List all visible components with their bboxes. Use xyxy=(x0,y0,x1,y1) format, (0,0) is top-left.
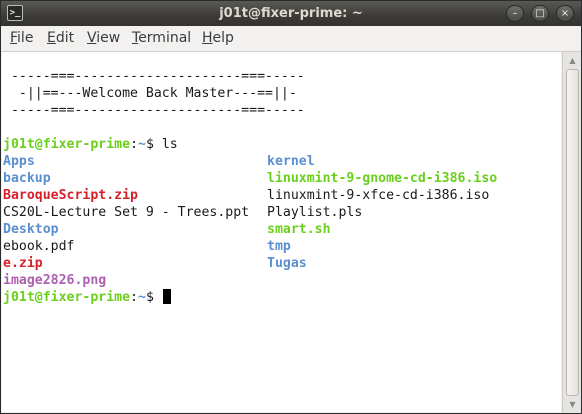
prompt-line: j01t@fixer-prime:~$ xyxy=(3,289,171,306)
list-item: Playlist.pls xyxy=(267,205,363,220)
menu-file-label: ile xyxy=(17,30,34,46)
prompt-separator: : xyxy=(130,290,138,305)
list-item: linuxmint-9-gnome-cd-i386.iso xyxy=(267,171,498,186)
command-text: ls xyxy=(161,137,178,152)
menu-view[interactable]: View xyxy=(87,26,120,51)
maximize-button[interactable]: □ xyxy=(531,5,549,22)
list-item: Apps xyxy=(3,154,35,169)
list-item: kernel xyxy=(267,154,315,169)
menu-edit-label: dit xyxy=(55,30,75,46)
menu-bar: File Edit View Terminal Help xyxy=(1,26,581,52)
menu-help[interactable]: Help xyxy=(202,26,234,51)
close-button[interactable]: × xyxy=(556,5,574,22)
scrollbar-thumb[interactable] xyxy=(566,69,579,396)
list-item: tmp xyxy=(267,239,291,254)
list-item: BaroqueScript.zip xyxy=(3,188,138,203)
menu-edit-mnemonic: E xyxy=(47,30,56,46)
scroll-up-arrow-icon[interactable]: ▲ xyxy=(563,52,581,69)
list-item: image2826.png xyxy=(3,273,107,288)
banner-line: -||==---Welcome Back Master---==||- xyxy=(3,86,297,101)
banner-line: -----===---------------------===----- xyxy=(3,69,305,84)
command-line: j01t@fixer-prime:~$ ls xyxy=(3,136,178,153)
text-cursor xyxy=(162,289,171,304)
list-item: ebook.pdf xyxy=(3,239,75,254)
menu-view-mnemonic: V xyxy=(87,30,97,46)
prompt-symbol: $ xyxy=(145,137,162,152)
prompt-user-host: j01t@fixer-prime xyxy=(3,290,131,305)
vertical-scrollbar[interactable]: ▲ ▼ xyxy=(562,52,581,413)
menu-terminal[interactable]: Terminal xyxy=(132,26,191,51)
banner-line: -----===---------------------===----- xyxy=(3,103,305,118)
list-item: backup xyxy=(3,171,51,186)
menu-file[interactable]: File xyxy=(10,26,33,51)
terminal-window: >_ j01t@fixer-prime: ~ – □ × File Edit V… xyxy=(0,0,582,414)
prompt-user-host: j01t@fixer-prime xyxy=(3,137,131,152)
menu-help-label: elp xyxy=(212,30,234,46)
scroll-down-arrow-icon[interactable]: ▼ xyxy=(563,396,581,413)
list-item: e.zip xyxy=(3,256,43,271)
prompt-path: ~ xyxy=(138,290,146,305)
list-item: CS20L-Lecture Set 9 - Trees.ppt xyxy=(3,205,250,220)
window-title: j01t@fixer-prime: ~ xyxy=(219,6,363,21)
list-item: smart.sh xyxy=(267,222,331,237)
menu-view-label: iew xyxy=(96,30,121,46)
prompt-symbol: $ xyxy=(145,290,162,305)
list-item: Desktop xyxy=(3,222,59,237)
title-bar[interactable]: >_ j01t@fixer-prime: ~ – □ × xyxy=(1,1,581,26)
prompt-separator: : xyxy=(130,137,138,152)
terminal-output[interactable]: -----===---------------------===----- -|… xyxy=(2,52,561,412)
prompt-path: ~ xyxy=(138,137,146,152)
list-item: linuxmint-9-xfce-cd-i386.iso xyxy=(267,188,490,203)
menu-help-mnemonic: H xyxy=(202,30,213,46)
list-item: Tugas xyxy=(267,256,307,271)
menu-file-mnemonic: F xyxy=(10,30,18,46)
menu-edit[interactable]: Edit xyxy=(47,26,74,51)
minimize-button[interactable]: – xyxy=(506,5,524,22)
menu-terminal-label: erminal xyxy=(138,30,192,46)
